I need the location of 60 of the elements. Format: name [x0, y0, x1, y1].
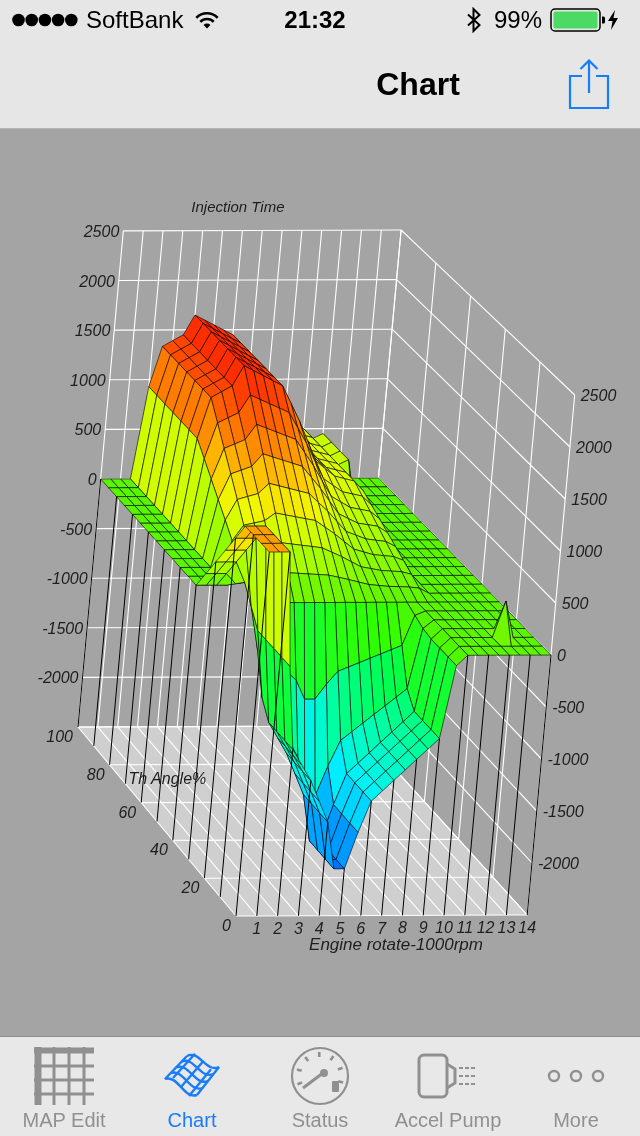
axis-tick-label: 2500 — [83, 222, 120, 240]
axis-tick-label: 0 — [87, 471, 97, 488]
tab-item[interactable]: Accel Pump — [384, 1037, 512, 1136]
share-button[interactable] — [568, 58, 610, 110]
axis-tick-label: -1500 — [42, 619, 84, 637]
axis-tick-label: 11 — [456, 919, 474, 937]
axis-tick-label: 1500 — [571, 491, 607, 508]
carrier-name: SoftBank — [86, 6, 184, 34]
axis-tick-label: 1000 — [566, 543, 603, 560]
axis-title: Engine rotate-1000rpm — [309, 934, 483, 954]
axis-tick-label: 100 — [46, 728, 73, 745]
nav-title: Chart — [376, 65, 460, 104]
wifi-icon — [195, 11, 220, 29]
axis-tick-label: 0 — [222, 917, 231, 934]
axis-tick-label: 1 — [252, 919, 262, 937]
status-time: 21:32 — [284, 6, 346, 34]
axis-title: Injection Time — [191, 197, 285, 215]
axis-tick-label: -1000 — [46, 570, 88, 588]
axis-tick-label: 2 — [273, 919, 283, 937]
more-icon — [546, 1069, 606, 1083]
tab-item[interactable]: MAP Edit — [0, 1037, 128, 1136]
axis-tick-label: 500 — [74, 421, 102, 439]
axis-tick-label: 80 — [86, 765, 105, 783]
axis-tick-label: 1000 — [70, 371, 106, 389]
axis-tick-label: 7 — [377, 919, 387, 937]
axis-tick-label: 2500 — [580, 387, 617, 404]
axis-tick-label: -1000 — [547, 751, 589, 768]
tab-item[interactable]: Chart — [128, 1037, 256, 1136]
axis-tick-label: 9 — [418, 919, 428, 937]
grid-icon — [34, 1047, 94, 1105]
axis-tick-label: 0 — [557, 647, 566, 664]
mesh-surface-icon — [163, 1053, 221, 1099]
axis-tick-label: 20 — [181, 879, 200, 897]
axis-tick-label: 2000 — [576, 439, 612, 456]
signal-strength-icon — [12, 13, 78, 27]
share-icon — [568, 58, 610, 110]
axis-tick-label: 3 — [293, 919, 303, 937]
axis-tick-label: 1500 — [74, 322, 111, 340]
axis-tick-label: 14 — [518, 919, 537, 936]
axis-tick-label: 2000 — [79, 272, 115, 290]
axis-tick-label: -1500 — [542, 803, 584, 820]
axis-tick-label: 5 — [335, 919, 345, 937]
tab-item[interactable]: More — [512, 1037, 640, 1136]
axis-tick-label: -2000 — [538, 855, 579, 872]
axis-tick-label: 13 — [497, 919, 516, 937]
axis-tick-label: -2000 — [37, 669, 79, 687]
axis-tick-label: -500 — [60, 520, 93, 538]
axis-tick-label: 500 — [561, 595, 589, 612]
axis-tick-label: -500 — [552, 699, 585, 716]
axis-tick-label: 10 — [435, 919, 453, 937]
axis-tick-label: 12 — [476, 919, 495, 937]
battery-percent: 99% — [493, 6, 542, 34]
axis-tick-label: 8 — [397, 919, 407, 937]
gauge-icon — [290, 1046, 350, 1106]
axis-tick-label: 4 — [314, 919, 324, 937]
tab-item[interactable]: Status — [256, 1037, 384, 1136]
axis-tick-label: 6 — [356, 919, 366, 937]
axis-tick-label: 60 — [118, 803, 137, 821]
battery-icon — [550, 8, 606, 32]
axis-tick-label: 40 — [150, 841, 168, 859]
